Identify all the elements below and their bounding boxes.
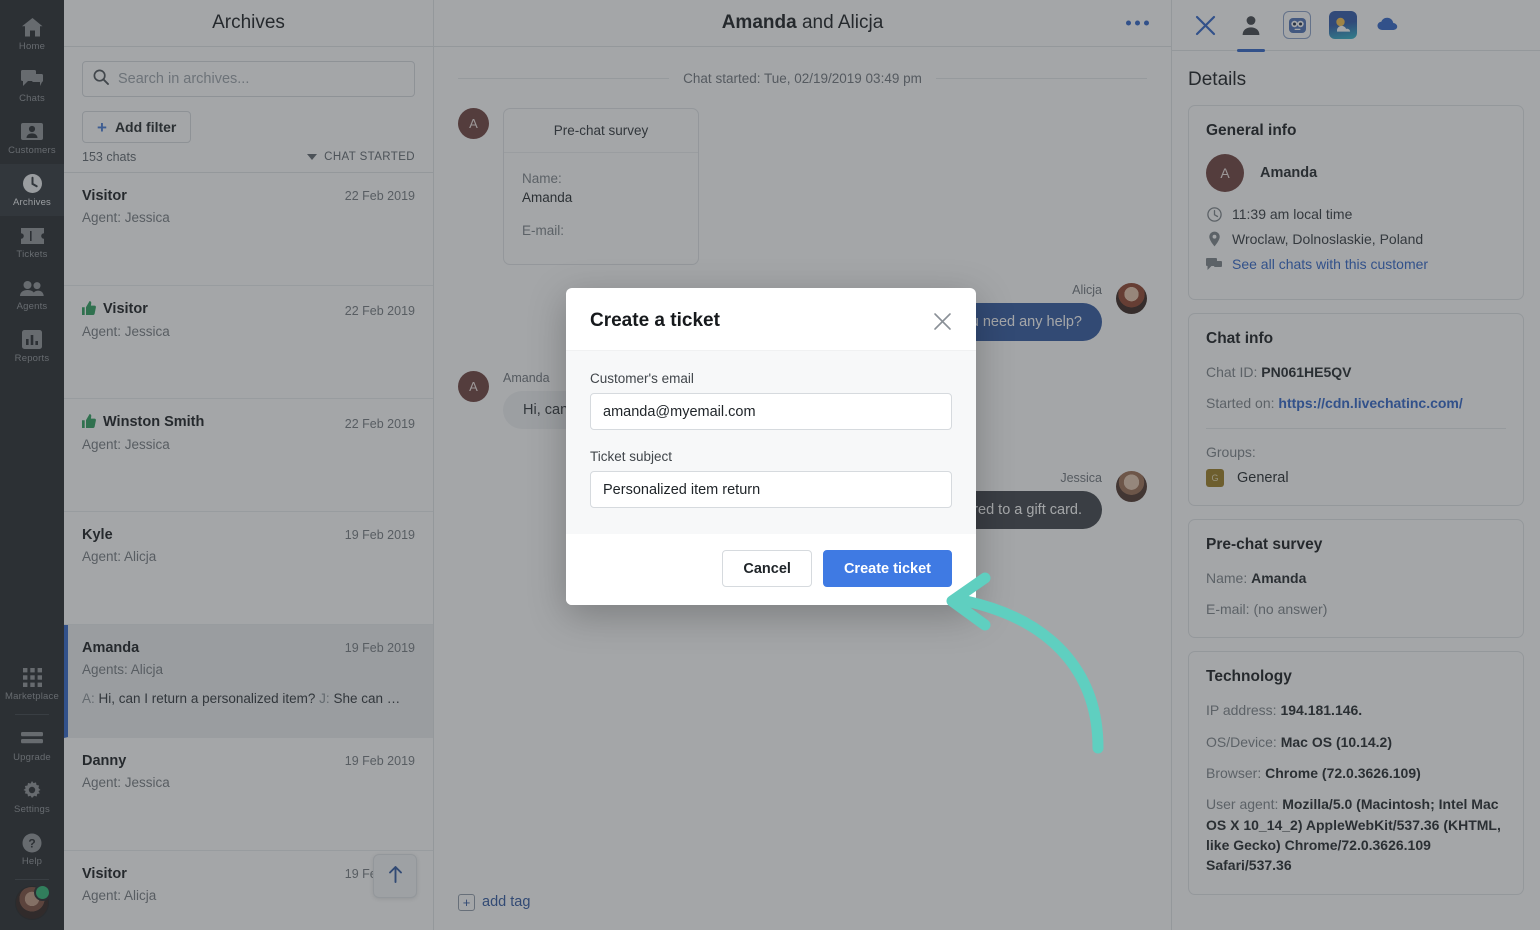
modal-body: Customer's email Ticket subject [566, 350, 976, 534]
subject-field-label: Ticket subject [590, 449, 673, 464]
create-ticket-modal: Create a ticket Customer's email Ticket … [566, 288, 976, 605]
modal-title: Create a ticket [590, 310, 720, 331]
app-root: Home Chats Customers Archives Tickets Ag… [0, 0, 1540, 930]
modal-header: Create a ticket [566, 288, 976, 350]
create-ticket-button[interactable]: Create ticket [822, 550, 952, 587]
email-field-label: Customer's email [590, 371, 694, 386]
close-icon[interactable] [933, 312, 952, 331]
cancel-button[interactable]: Cancel [722, 550, 812, 587]
customer-email-input[interactable] [590, 393, 952, 430]
ticket-subject-input[interactable] [590, 471, 952, 508]
modal-footer: Cancel Create ticket [566, 534, 976, 605]
